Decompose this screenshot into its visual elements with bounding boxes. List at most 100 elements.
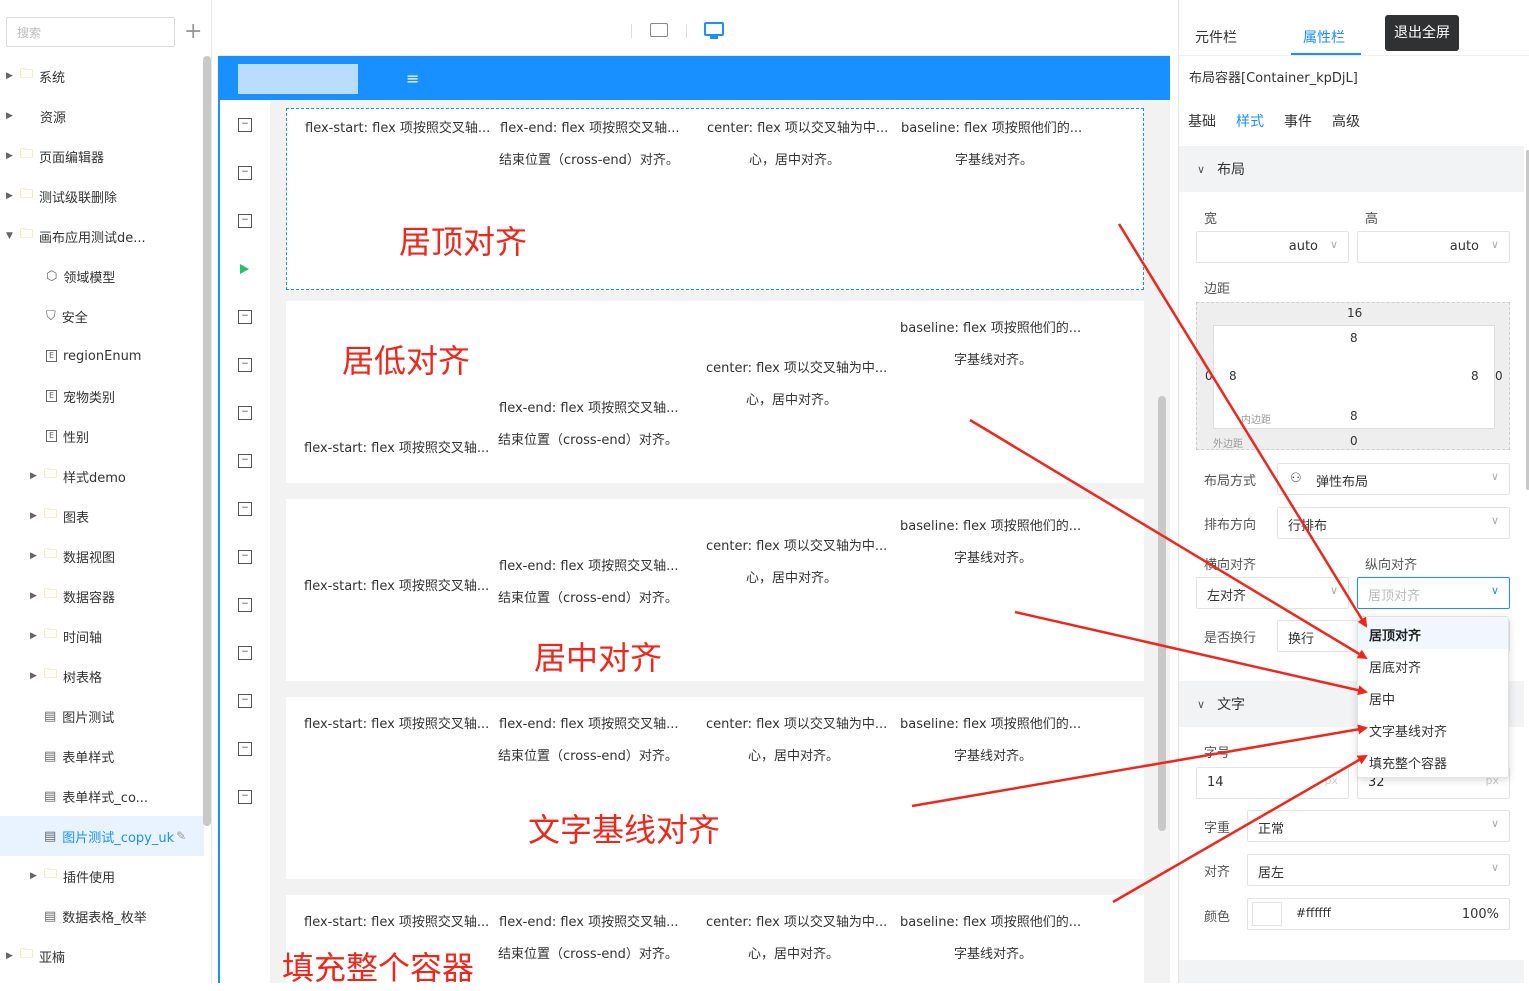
dropdown-option-bottom[interactable]: 居底对齐 [1358,649,1508,681]
exit-fullscreen-button[interactable]: 退出全屏 [1385,15,1459,51]
tree-item[interactable]: ▶ 🗀 图表 [0,496,204,536]
dropdown-option-top[interactable]: 居顶对齐 [1358,617,1508,649]
section-layout[interactable]: ∨ 布局 [1179,146,1524,192]
color-input[interactable]: #ffffff 100% [1247,898,1510,930]
tree-item[interactable]: ▤ 表单样式 [0,736,204,776]
tree-item[interactable]: ▤ 表单样式_co... [0,776,204,816]
width-select[interactable]: auto ∨ [1196,231,1349,263]
tree-item[interactable]: ▶ 🗀 时间轴 [0,616,204,656]
tree-item[interactable]: ▤ 图片测试 [0,696,204,736]
search-input[interactable]: 搜索 [6,17,175,47]
caret-right-icon[interactable]: ▶ [30,871,44,881]
tree-item[interactable]: ▶ 🗀 样式demo [0,456,204,496]
tree-item[interactable]: ▶ 🗀 系统 [0,56,204,96]
collapse-icon[interactable]: − [238,118,252,132]
tree-item[interactable]: ▶ 🗀 页面编辑器 [0,136,204,176]
layout-mode-select[interactable]: ⚇ 弹性布局 ∨ [1277,463,1510,495]
tree-item[interactable]: ▶ 🗀 测试级联删除 [0,176,204,216]
tree-item[interactable]: E 性别 [0,416,204,456]
collapse-icon[interactable]: − [238,598,252,612]
dropdown-option-center[interactable]: 居中 [1358,681,1508,713]
padding-left[interactable]: 8 [1229,369,1237,383]
collapse-icon[interactable]: − [238,214,252,228]
caret-right-icon[interactable]: ▶ [30,471,44,481]
direction-select[interactable]: 行排布 ∨ [1277,507,1510,539]
caret-down-icon[interactable]: ▼ [6,231,20,241]
caret-right-icon[interactable]: ▶ [6,951,20,961]
collapse-icon[interactable]: − [238,502,252,516]
font-size-input[interactable]: 14 px [1196,767,1349,799]
flex-container-block[interactable]: flex-start: flex 项按照交叉轴... flex-end: flex… [286,697,1144,879]
subtab-event[interactable]: 事件 [1284,111,1312,131]
v-align-select[interactable]: 居顶对齐 ∨ [1357,577,1510,609]
margin-bottom[interactable]: 0 [1350,434,1358,448]
caret-right-icon[interactable]: ▶ [6,151,20,161]
tab-properties[interactable]: 属性栏 [1303,27,1345,47]
tree-item[interactable]: E 宠物类别 [0,376,204,416]
collapse-icon[interactable]: − [238,694,252,708]
tree-item[interactable]: EregionEnum [0,336,204,376]
margin-left[interactable]: 0 [1205,369,1213,383]
collapse-icon[interactable]: − [238,406,252,420]
flex-container-block[interactable]: flex-start: flex 项按照交叉轴... flex-end: flex… [282,895,1144,991]
flex-container-block[interactable]: flex-start: flex 项按照交叉轴... flex-end: flex… [286,108,1144,290]
tree-item[interactable]: ▶ 🗀 树表格 [0,656,204,696]
caret-right-icon[interactable]: ▶ [6,71,20,81]
collapse-icon[interactable]: − [238,166,252,180]
collapse-icon[interactable]: − [238,790,252,804]
tree-item[interactable]: ▶ 🗀 亚楠 [0,936,204,976]
tree-item[interactable]: ▶ 🗀 插件使用 [0,856,204,896]
tree-item[interactable]: ▶ 资源 [0,96,204,136]
caret-right-icon[interactable]: ▶ [6,191,20,201]
tree-item[interactable]: ▶ 🗀 数据容器 [0,576,204,616]
collapse-icon[interactable]: − [238,358,252,372]
padding-right[interactable]: 8 [1471,369,1479,383]
chevron-down-icon: ∨ [1197,162,1206,176]
caret-right-icon[interactable]: ▶ [30,551,44,561]
section-next[interactable] [1179,960,1524,983]
weight-select[interactable]: 正常 ∨ [1247,810,1510,842]
margin-top[interactable]: 16 [1347,306,1362,320]
color-swatch[interactable] [1252,902,1282,926]
padding-top[interactable]: 8 [1350,331,1358,345]
caret-right-icon[interactable]: ▶ [30,671,44,681]
collapse-icon[interactable]: − [238,310,252,324]
collapse-icon[interactable]: − [238,646,252,660]
tree-item[interactable]: ▶ 🗀 数据视图 [0,536,204,576]
menu-fold-icon[interactable]: ≡ [406,71,419,87]
play-icon[interactable] [240,264,249,274]
align-select[interactable]: 居左 ∨ [1247,854,1510,886]
edit-icon[interactable]: ✎ [176,829,186,843]
tablet-icon[interactable] [650,23,668,37]
subtab-advanced[interactable]: 高级 [1332,111,1360,131]
caret-right-icon[interactable]: ▶ [30,511,44,521]
tab-components[interactable]: 元件栏 [1195,27,1237,47]
tree-item[interactable]: ⬡ 领域模型 [0,256,204,296]
collapse-icon[interactable]: − [238,454,252,468]
dropdown-option-stretch[interactable]: 填充整个容器 [1358,745,1508,777]
tree-item-label: 资源 [40,110,67,126]
dropdown-option-baseline[interactable]: 文字基线对齐 [1358,713,1508,745]
subtab-style[interactable]: 样式 [1236,111,1264,131]
add-icon[interactable]: + [184,20,202,44]
canvas-scrollbar[interactable] [1158,396,1166,831]
subtab-basic[interactable]: 基础 [1188,111,1216,131]
caret-right-icon[interactable]: ▶ [30,591,44,601]
h-align-select[interactable]: 左对齐 ∨ [1196,577,1349,609]
desktop-icon[interactable] [704,22,724,36]
margin-right[interactable]: 0 [1495,369,1503,383]
caret-right-icon[interactable]: ▶ [6,111,20,121]
tree-item[interactable]: ▤ 图片测试_copy_uk ✎ [0,816,204,856]
padding-bottom[interactable]: 8 [1350,409,1358,423]
tree-item[interactable]: ▼ 🗀 画布应用测试de... [0,216,204,256]
box-model-editor[interactable]: 16 8 0 8 8 0 8 0 内边距 外边距 [1196,302,1510,450]
collapse-icon[interactable]: − [238,550,252,564]
tree-item[interactable]: ⛉ 安全 [0,296,204,336]
flex-container-block[interactable]: flex-start: flex 项按照交叉轴... flex-end: flex… [286,499,1144,681]
left-scrollbar[interactable] [203,56,211,826]
tree-item[interactable]: ▤ 数据表格_枚举 [0,896,204,936]
flex-container-block[interactable]: flex-start: flex 项按照交叉轴... flex-end: flex… [286,301,1144,483]
height-select[interactable]: auto ∨ [1357,231,1510,263]
caret-right-icon[interactable]: ▶ [30,631,44,641]
collapse-icon[interactable]: − [238,742,252,756]
